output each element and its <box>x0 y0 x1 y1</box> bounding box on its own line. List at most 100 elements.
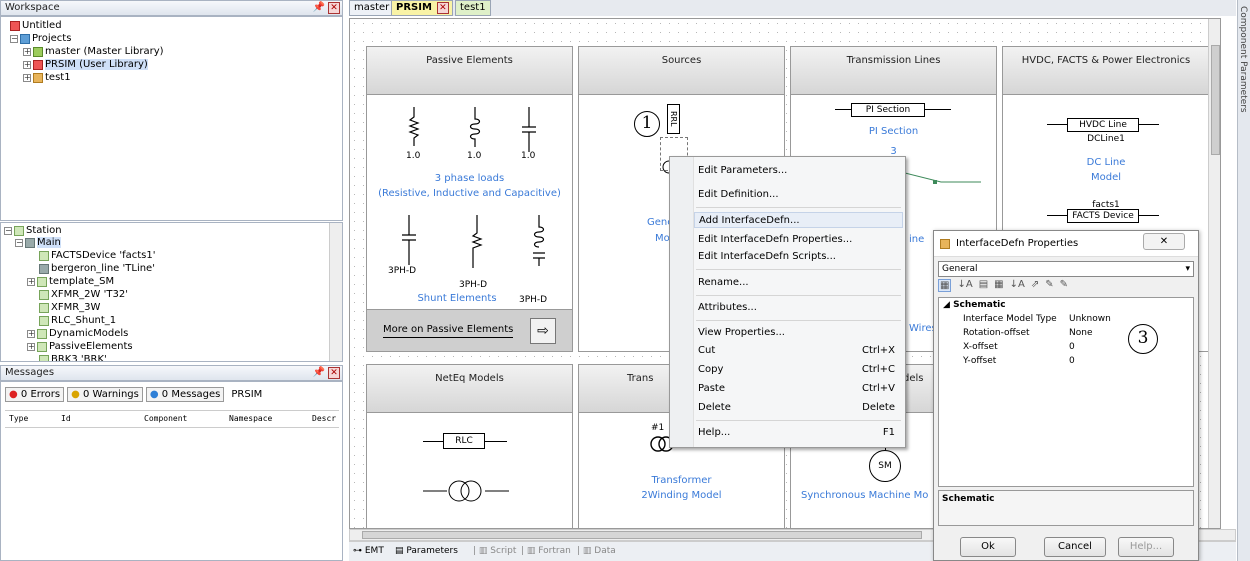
tree-item-rlc[interactable]: RLC_Shunt_1 <box>39 315 116 326</box>
errors-filter-button[interactable]: ● 0 Errors <box>5 387 65 402</box>
menu-view-properties[interactable]: View Properties... <box>698 325 895 341</box>
list-icon[interactable]: ▤ <box>979 279 988 292</box>
project-filter[interactable]: PRSIM <box>227 389 262 400</box>
facts-device-symbol[interactable]: FACTS Device <box>1047 209 1167 223</box>
link-3phase-loads-desc[interactable]: (Resistive, Inductive and Capacitive) <box>367 188 572 199</box>
menu-edit-parameters[interactable]: Edit Parameters... <box>698 163 895 179</box>
pi-section-symbol[interactable]: PI Section <box>835 103 955 117</box>
warnings-filter-button[interactable]: ● 0 Warnings <box>67 387 143 402</box>
prop-value[interactable]: 0 <box>1069 342 1075 352</box>
export-icon[interactable]: ⇗ <box>1031 279 1039 292</box>
hvdc-line-symbol[interactable]: HVDC Line <box>1047 118 1167 132</box>
menu-copy[interactable]: Copy Ctrl+C <box>698 362 895 378</box>
unpin-icon[interactable]: ✎ <box>1060 279 1068 292</box>
link-transformer[interactable]: Transformer <box>579 475 784 486</box>
tab-fortran[interactable]: | ▥ Fortran <box>521 542 571 560</box>
tree-item-master[interactable]: + master (Master Library) <box>23 46 164 57</box>
pin-icon[interactable]: ✎ <box>1045 279 1053 292</box>
col-namespace[interactable]: Namespace <box>229 411 272 427</box>
col-id[interactable]: Id <box>61 411 71 427</box>
tree-item-untitled[interactable]: Untitled <box>10 20 62 31</box>
link-model[interactable]: Mo <box>655 233 670 244</box>
tree-item-tline[interactable]: bergeron_line 'TLine' <box>39 263 155 274</box>
expand-icon[interactable]: + <box>23 60 31 69</box>
menu-paste[interactable]: Paste Ctrl+V <box>698 381 895 397</box>
prop-value[interactable]: None <box>1069 328 1092 338</box>
menu-edit-interfacedefn-properties[interactable]: Edit InterfaceDefn Properties... <box>698 232 895 248</box>
tree-item-facts[interactable]: FACTSDevice 'facts1' <box>39 250 155 261</box>
tree-item-brk[interactable]: BRK3 'BRK' <box>39 354 107 361</box>
expand-icon[interactable]: + <box>23 47 31 56</box>
menu-add-interfacedefn[interactable]: Add InterfaceDefn... <box>694 212 903 228</box>
more-passive-link[interactable]: More on Passive Elements <box>383 324 514 338</box>
col-type[interactable]: Type <box>9 411 28 427</box>
close-icon[interactable]: ✕ <box>436 2 449 14</box>
collapse-icon[interactable]: − <box>15 238 23 247</box>
tree-item-projects[interactable]: − Projects <box>10 33 71 44</box>
col-component[interactable]: Component <box>144 411 187 427</box>
menu-help[interactable]: Help... F1 <box>698 425 895 441</box>
tab-parameters[interactable]: ▤ Parameters <box>395 542 458 560</box>
expand-icon[interactable]: + <box>27 277 35 286</box>
link-3phase-loads[interactable]: 3 phase loads <box>367 173 572 184</box>
sort-icon[interactable]: ↓A <box>1010 279 1025 292</box>
link-dc-model[interactable]: Model <box>1003 172 1209 183</box>
tree-item-template-sm[interactable]: + template_SM <box>27 276 114 287</box>
synchronous-machine-symbol[interactable]: SM <box>869 450 901 482</box>
dialog-titlebar[interactable]: InterfaceDefn Properties ✕ <box>934 231 1198 257</box>
arrow-right-icon[interactable]: ⇨ <box>530 318 556 344</box>
grid-icon[interactable]: ▦ <box>994 279 1003 292</box>
sort-az-icon[interactable]: ↓A <box>957 279 972 292</box>
collapse-icon[interactable]: ◢ <box>943 300 950 310</box>
tree-item-station[interactable]: − Station <box>4 225 62 236</box>
section-schematic[interactable]: ◢ Schematic <box>943 300 1006 310</box>
categorized-icon[interactable]: ▦ <box>938 279 952 292</box>
station-scrollbar[interactable] <box>329 223 342 361</box>
expand-icon[interactable]: + <box>27 342 35 351</box>
link-dc-line[interactable]: DC Line <box>1003 157 1209 168</box>
link-shunt-elements[interactable]: Shunt Elements <box>407 293 507 304</box>
category-select[interactable]: General ▾ <box>938 261 1194 277</box>
menu-edit-interfacedefn-scripts[interactable]: Edit InterfaceDefn Scripts... <box>698 249 895 265</box>
tab-prsim[interactable]: PRSIM ✕ <box>391 0 453 16</box>
collapse-icon[interactable]: − <box>4 226 12 235</box>
prop-value[interactable]: 0 <box>1069 356 1075 366</box>
pin-icon[interactable]: 📌 <box>313 2 325 14</box>
menu-cut[interactable]: Cut Ctrl+X <box>698 343 895 359</box>
scroll-thumb[interactable] <box>1211 45 1220 155</box>
expand-icon[interactable]: + <box>23 73 31 82</box>
collapse-icon[interactable]: − <box>10 34 18 43</box>
prop-value[interactable]: Unknown <box>1069 314 1111 324</box>
tree-item-dynamic[interactable]: + DynamicModels <box>27 328 128 339</box>
tree-item-test1[interactable]: + test1 <box>23 72 71 83</box>
tab-master[interactable]: master <box>349 0 395 16</box>
close-icon[interactable]: ✕ <box>328 367 340 379</box>
tree-item-passive[interactable]: + PassiveElements <box>27 341 133 352</box>
help-button[interactable]: Help... <box>1118 537 1174 557</box>
link-2winding-model[interactable]: 2Winding Model <box>579 490 784 501</box>
cancel-button[interactable]: Cancel <box>1044 537 1106 557</box>
tree-item-prsim[interactable]: + PRSIM (User Library) <box>23 59 148 70</box>
close-icon[interactable]: ✕ <box>328 2 340 14</box>
tree-item-main[interactable]: − Main <box>15 237 61 248</box>
source-component[interactable]: RRL <box>667 104 680 134</box>
tree-item-xfmr3w[interactable]: XFMR_3W <box>39 302 100 313</box>
pin-icon[interactable]: 📌 <box>313 367 325 379</box>
tab-emt[interactable]: ⊶ EMT <box>353 542 384 560</box>
close-icon[interactable]: ✕ <box>1143 233 1185 250</box>
tab-script[interactable]: | ▥ Script <box>473 542 516 560</box>
rlc-symbol[interactable]: RLC <box>423 433 513 449</box>
link-pi-section[interactable]: PI Section <box>791 126 996 137</box>
menu-attributes[interactable]: Attributes... <box>698 300 895 316</box>
scroll-thumb[interactable] <box>362 531 922 539</box>
tab-test1[interactable]: test1 <box>455 0 491 16</box>
messages-filter-button[interactable]: ● 0 Messages <box>145 387 225 402</box>
col-descr[interactable]: Descr <box>312 411 336 427</box>
menu-rename[interactable]: Rename... <box>698 275 895 291</box>
tab-data[interactable]: | ▥ Data <box>577 542 616 560</box>
menu-delete[interactable]: Delete Delete <box>698 400 895 416</box>
expand-icon[interactable]: + <box>27 329 35 338</box>
ok-button[interactable]: Ok <box>960 537 1016 557</box>
link-synchronous-machine[interactable]: Synchronous Machine Mo <box>801 490 928 501</box>
menu-edit-definition[interactable]: Edit Definition... <box>698 187 895 203</box>
